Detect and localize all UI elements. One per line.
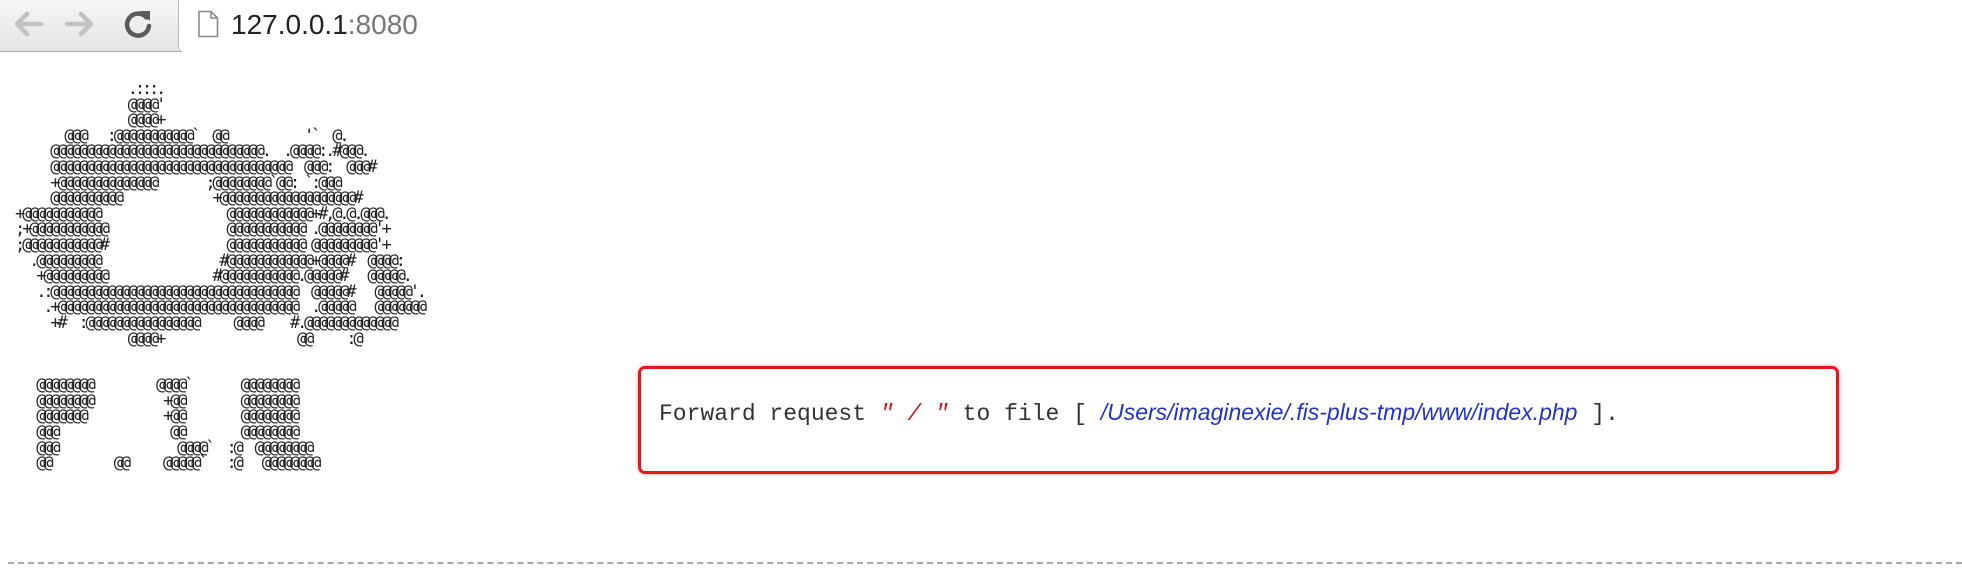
reload-button[interactable]	[116, 6, 160, 42]
arrow-right-icon	[64, 11, 94, 37]
reload-icon	[124, 11, 152, 38]
request-path: " / "	[879, 401, 949, 427]
browser-toolbar: 127.0.0.1:8080	[0, 0, 1962, 52]
message-middle: to file [	[948, 401, 1101, 427]
url-text[interactable]: 127.0.0.1:8080	[231, 8, 418, 42]
arrow-left-icon	[14, 11, 44, 37]
url-port: :8080	[347, 9, 418, 40]
page-icon	[198, 10, 219, 38]
back-button[interactable]	[6, 6, 50, 42]
url-host: 127.0.0.1	[231, 9, 348, 40]
message-suffix: ].	[1577, 401, 1619, 427]
message-prefix: Forward request	[659, 401, 880, 427]
ascii-art-logo: .:::. @@@@' @@@@+ @@@ :@@@@@@@@@@@` @@ '…	[15, 79, 427, 474]
address-bar[interactable]: 127.0.0.1:8080	[178, 0, 1962, 52]
forward-button[interactable]	[58, 6, 102, 42]
forward-message-box: Forward request " / " to file [ /Users/i…	[638, 366, 1839, 474]
forward-message: Forward request " / " to file [ /Users/i…	[659, 397, 1619, 429]
dashed-divider	[8, 562, 1962, 564]
file-path: /Users/imaginexie/.fis-plus-tmp/www/inde…	[1100, 399, 1578, 425]
